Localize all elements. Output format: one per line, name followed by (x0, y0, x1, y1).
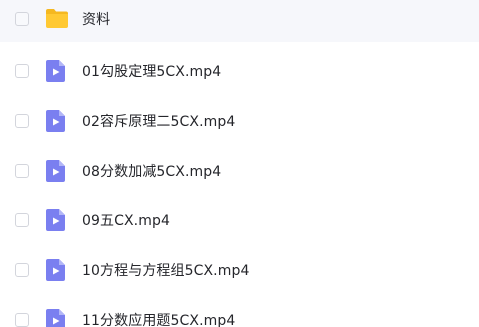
list-item[interactable]: 10方程与方程组5CX.mp4 (0, 246, 479, 293)
video-file-icon (45, 308, 67, 327)
file-name[interactable]: 11分数应用题5CX.mp4 (82, 310, 235, 327)
video-file-icon (45, 59, 67, 83)
list-item[interactable]: 资料 (0, 0, 479, 42)
video-file-icon (45, 159, 67, 183)
video-file-icon (45, 208, 67, 232)
row-checkbox[interactable] (15, 113, 29, 128)
row-checkbox[interactable] (15, 11, 29, 26)
file-name[interactable]: 资料 (82, 9, 110, 29)
list-item[interactable]: 01勾股定理5CX.mp4 (0, 47, 479, 94)
list-item[interactable]: 11分数应用题5CX.mp4 (0, 296, 479, 327)
file-name[interactable]: 02容斥原理二5CX.mp4 (82, 111, 235, 131)
list-item[interactable]: 09五CX.mp4 (0, 196, 479, 243)
file-name[interactable]: 09五CX.mp4 (82, 210, 170, 230)
list-item[interactable]: 02容斥原理二5CX.mp4 (0, 97, 479, 144)
file-name[interactable]: 01勾股定理5CX.mp4 (82, 61, 221, 81)
file-name[interactable]: 10方程与方程组5CX.mp4 (82, 260, 249, 280)
row-checkbox[interactable] (15, 163, 29, 178)
file-list: 资料 01勾股定理5CX.mp4 02容斥原理二5CX.mp4 08分数加减5C… (0, 0, 479, 327)
row-checkbox[interactable] (15, 63, 29, 78)
video-file-icon (45, 258, 67, 282)
row-checkbox[interactable] (15, 312, 29, 327)
row-checkbox[interactable] (15, 212, 29, 227)
list-item[interactable]: 08分数加减5CX.mp4 (0, 147, 479, 194)
row-checkbox[interactable] (15, 262, 29, 277)
video-file-icon (45, 109, 67, 133)
folder-icon (45, 7, 68, 31)
file-name[interactable]: 08分数加减5CX.mp4 (82, 161, 221, 181)
